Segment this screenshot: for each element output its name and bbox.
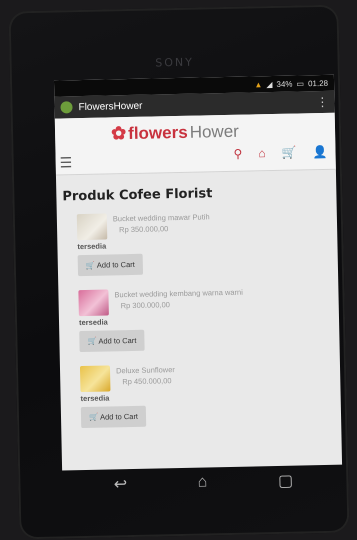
- kebab-menu-icon[interactable]: ⋮: [316, 95, 328, 109]
- flower-icon: ✿: [110, 123, 127, 144]
- product-card: Bucket wedding kembang warna warni Rp 30…: [78, 285, 339, 353]
- phone-brand: SONY: [155, 55, 195, 70]
- home-icon[interactable]: ⌂: [198, 473, 208, 491]
- android-nav-bar: ↩ ⌂ ▢: [78, 465, 329, 500]
- product-image[interactable]: [76, 213, 108, 241]
- add-to-cart-button[interactable]: 🛒 Add to Cart: [80, 405, 147, 429]
- add-to-cart-button[interactable]: 🛒 Add to Cart: [77, 253, 144, 277]
- phone-device: SONY ▲ ◢ 34% ▭ 01.28 FlowersHower ⋮ ✿ fl…: [8, 4, 350, 540]
- user-icon[interactable]: 👤: [312, 145, 327, 159]
- signal-icon: ◢: [266, 79, 273, 89]
- cart-icon: 🛒: [85, 260, 96, 270]
- search-icon[interactable]: ⚲: [233, 147, 242, 161]
- product-price: Rp 350.000,00: [119, 224, 169, 235]
- product-price: Rp 300.000,00: [120, 300, 170, 311]
- site-logo[interactable]: ✿ flowers Hower: [111, 121, 239, 145]
- back-icon[interactable]: ↩: [114, 474, 128, 494]
- site-header: ✿ flowers Hower ☰ ⚲ ⌂ 🛒 👤: [54, 112, 336, 176]
- logo-text-main: flowers: [127, 122, 188, 143]
- add-to-cart-button[interactable]: 🛒 Add to Cart: [79, 329, 145, 353]
- battery-icon: ▭: [296, 78, 305, 88]
- recent-apps-icon[interactable]: ▢: [278, 471, 294, 491]
- clock: 01.28: [307, 78, 329, 88]
- add-to-cart-label: Add to Cart: [96, 259, 135, 270]
- product-image[interactable]: [78, 289, 109, 317]
- cart-icon[interactable]: 🛒: [281, 146, 296, 160]
- phone-screen: ▲ ◢ 34% ▭ 01.28 FlowersHower ⋮ ✿ flowers…: [53, 74, 343, 471]
- product-price: Rp 450.000,00: [122, 376, 172, 387]
- header-icons: ⚲ ⌂ 🛒 👤: [233, 145, 327, 161]
- product-card: Deluxe Sunflower Rp 450.000,00 tersedia …: [79, 361, 341, 429]
- hamburger-menu-icon[interactable]: ☰: [60, 154, 73, 171]
- home-icon[interactable]: ⌂: [258, 146, 266, 160]
- page-title: Produk Cofee Florist: [62, 186, 213, 205]
- app-title: FlowersHower: [78, 100, 143, 113]
- add-to-cart-label: Add to Cart: [99, 411, 139, 422]
- cart-icon: 🛒: [87, 336, 97, 346]
- cart-icon: 🛒: [88, 412, 99, 422]
- battery-level: 34%: [276, 79, 293, 89]
- product-card: Bucket wedding mawar Putih Rp 350.000,00…: [76, 209, 338, 277]
- app-logo-icon: [60, 101, 73, 114]
- logo-text-accent: Hower: [189, 121, 240, 142]
- product-image[interactable]: [79, 365, 111, 393]
- warning-icon: ▲: [254, 79, 263, 89]
- add-to-cart-label: Add to Cart: [98, 335, 137, 346]
